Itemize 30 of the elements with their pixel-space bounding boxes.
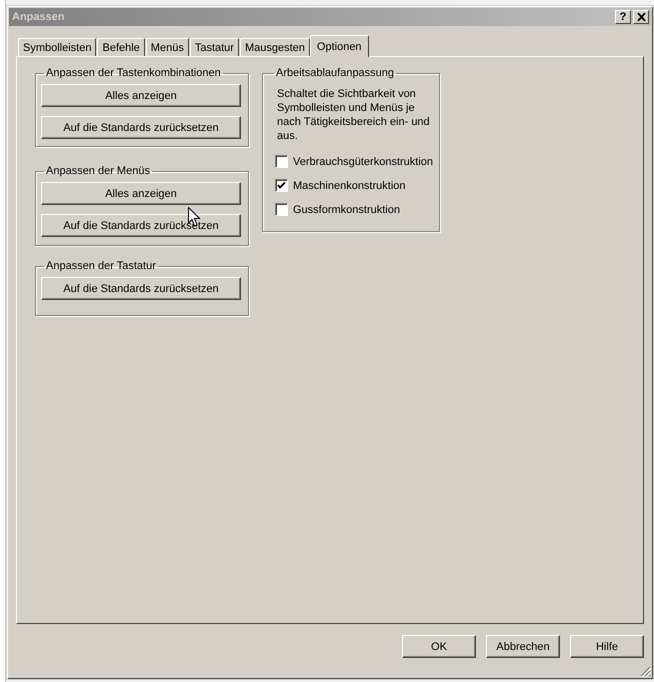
checkbox-label: Gussformkonstruktion — [293, 204, 400, 216]
group-title: Arbeitsablaufanpassung — [275, 67, 396, 79]
dialog-button[interactable]: Hilfe — [570, 635, 644, 658]
window-title: Anpassen — [12, 11, 65, 23]
group-title: Anpassen der Tastenkombinationen — [45, 67, 222, 79]
action-button[interactable]: Auf die Standards zurücksetzen — [41, 277, 241, 300]
close-button[interactable] — [633, 10, 649, 24]
help-button[interactable]: ? — [615, 10, 631, 24]
group-title: Anpassen der Tastatur — [45, 260, 157, 272]
action-button[interactable]: Auf die Standards zurücksetzen — [41, 214, 241, 237]
tab[interactable]: Befehle — [97, 38, 145, 56]
dialog-button[interactable]: Abbrechen — [486, 635, 560, 658]
checkbox[interactable] — [275, 179, 288, 192]
description-text: Schaltet die Sichtbarkeit von Symbolleisten und Menüs je nach Tätigkeitsbereich ein- und aus. — [277, 87, 431, 143]
checkbox[interactable] — [275, 155, 288, 168]
tab[interactable]: Tastatur — [190, 38, 239, 56]
action-button[interactable]: Auf die Standards zurücksetzen — [41, 116, 241, 139]
tab[interactable]: Symbolleisten — [18, 38, 96, 56]
tab[interactable]: Mausgesten — [240, 38, 310, 56]
resize-grip-icon — [639, 665, 651, 677]
checkbox-label: Maschinenkonstruktion — [293, 180, 406, 192]
action-button[interactable]: Alles anzeigen — [41, 84, 241, 107]
tab[interactable]: Optionen — [310, 35, 369, 57]
close-icon — [636, 13, 646, 21]
checkbox[interactable] — [275, 203, 288, 216]
action-button[interactable]: Alles anzeigen — [41, 182, 241, 205]
group-title: Anpassen der Menüs — [45, 165, 151, 177]
checkbox-label: Verbrauchsgüterkonstruktion — [293, 156, 434, 168]
dialog-button[interactable]: OK — [402, 635, 476, 658]
tab[interactable]: Menüs — [146, 38, 189, 56]
